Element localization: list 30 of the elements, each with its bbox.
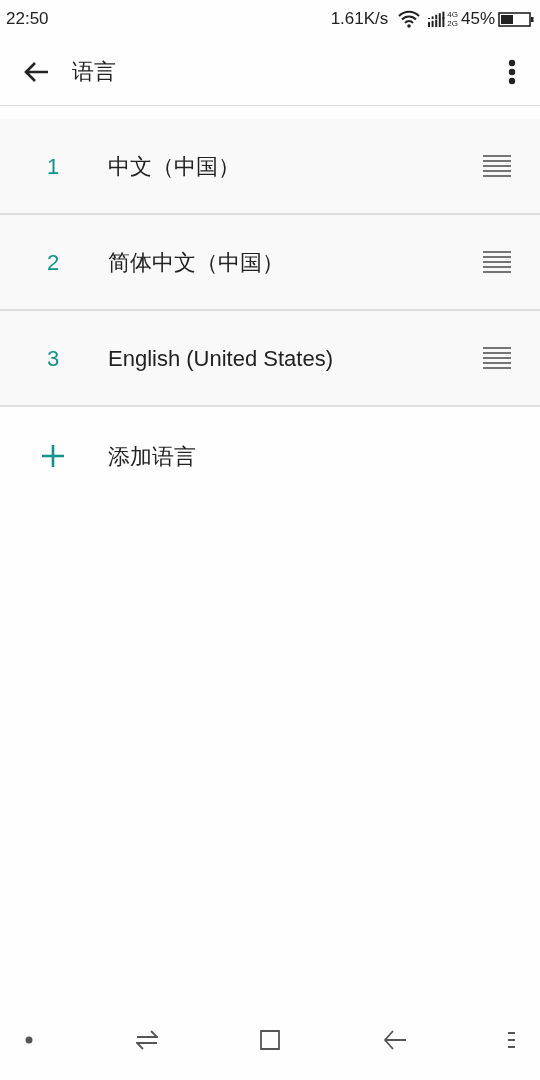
language-name: 简体中文（中国） xyxy=(108,248,285,277)
battery-percent: 45% xyxy=(460,8,495,31)
language-item[interactable]: 3 English (United States) xyxy=(0,311,540,407)
network-type: 4G xyxy=(447,10,458,19)
menu-icon[interactable] xyxy=(508,1031,516,1049)
language-item[interactable]: 2 简体中文（中国） xyxy=(0,215,540,311)
square-icon[interactable] xyxy=(259,1029,281,1051)
language-number: 3 xyxy=(46,344,61,373)
page-title: 语言 xyxy=(72,58,116,86)
add-language-button[interactable]: 添加语言 xyxy=(0,407,540,505)
status-time: 22:50 xyxy=(6,8,49,31)
back-arrow-icon[interactable] xyxy=(382,1028,407,1052)
network-speed: 1.61K/s xyxy=(330,8,389,31)
drag-handle-icon[interactable] xyxy=(483,251,511,273)
language-item[interactable]: 1 中文（中国） xyxy=(0,119,540,215)
language-number: 1 xyxy=(46,152,61,181)
switch-arrows-icon[interactable] xyxy=(135,1029,158,1051)
battery-icon xyxy=(498,11,534,27)
signal-icon xyxy=(428,10,447,28)
language-number: 2 xyxy=(46,248,61,277)
network-type: 2G xyxy=(447,19,458,28)
language-name: English (United States) xyxy=(108,344,334,373)
dot-icon[interactable] xyxy=(24,1035,34,1045)
drag-handle-icon[interactable] xyxy=(483,347,511,369)
back-arrow-icon xyxy=(23,60,49,83)
more-vertical-icon xyxy=(508,58,516,85)
plus-icon xyxy=(42,445,64,467)
drag-handle-icon[interactable] xyxy=(483,155,511,177)
wifi-icon xyxy=(398,10,421,28)
language-name: 中文（中国） xyxy=(108,152,241,181)
